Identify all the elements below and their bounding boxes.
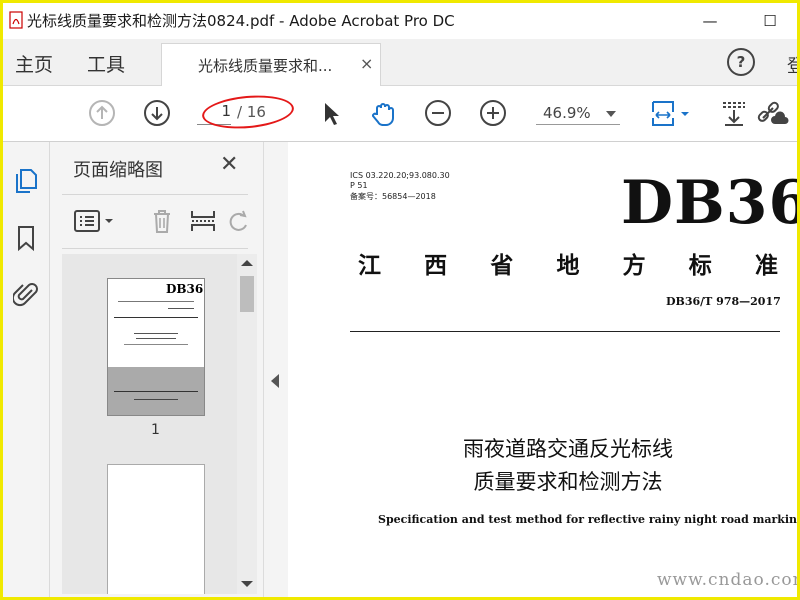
thumbnail-text-line <box>136 338 176 339</box>
title-char: 江 <box>358 252 381 279</box>
thumbnail-text-line <box>134 399 178 400</box>
document-view: ICS 03.220.20;93.080.30 P 51 备案号：56854—2… <box>288 142 797 597</box>
zoom-out-icon[interactable] <box>423 98 453 128</box>
thumbnail-db-code: DB36 <box>166 282 204 296</box>
window-title: 光标线质量要求和检测方法0824.pdf - Adobe Acrobat Pro… <box>27 12 455 30</box>
collapse-panel-handle[interactable] <box>263 142 288 597</box>
zoom-level-select[interactable]: 46.9% <box>536 102 620 125</box>
delete-page-icon[interactable] <box>147 206 177 236</box>
province-standard-title: 江 西 省 地 方 标 准 <box>358 246 778 280</box>
thumbnail-rule <box>114 317 198 318</box>
menu-home[interactable]: 主页 <box>15 50 53 77</box>
maximize-button[interactable]: ☐ <box>753 3 787 39</box>
page-thumbnail-1[interactable]: DB36 <box>107 278 205 416</box>
thumbnail-list: DB36 1 <box>62 254 237 594</box>
thumbnail-rule <box>114 391 198 392</box>
title-char: 地 <box>556 252 580 279</box>
ics-code: ICS 03.220.20;93.080.30 <box>350 171 450 180</box>
help-icon[interactable]: ? <box>727 48 755 76</box>
thumbnail-text-line <box>124 344 188 345</box>
fit-page-icon[interactable] <box>649 98 693 128</box>
divider <box>62 248 248 249</box>
close-panel-icon[interactable]: ✕ <box>220 152 238 177</box>
watermark: www.cndao.com <box>657 570 797 590</box>
bookmark-icon[interactable] <box>13 224 39 252</box>
chevron-down-icon <box>606 111 616 117</box>
document-title-line-2: 质量要求和检测方法 <box>473 470 663 494</box>
thumbnail-scrollbar[interactable] <box>237 254 257 594</box>
standard-number: DB36/T 978—2017 <box>666 295 781 308</box>
document-tab-label: 光标线质量要求和... <box>198 57 333 75</box>
title-char: 西 <box>424 252 448 279</box>
thumbnail-text-line <box>168 308 194 309</box>
acrobat-window: 光标线质量要求和检测方法0824.pdf - Adobe Acrobat Pro… <box>0 0 800 600</box>
title-bar: 光标线质量要求和检测方法0824.pdf - Adobe Acrobat Pro… <box>3 3 797 39</box>
toolbar: 1 / 16 46.9% <box>3 86 797 142</box>
scroll-thumb[interactable] <box>240 276 254 312</box>
hand-tool-icon[interactable] <box>369 98 399 128</box>
page-thumbnails-icon[interactable] <box>13 166 39 194</box>
thumbnails-panel: 页面缩略图 ✕ DB36 1 <box>50 142 263 597</box>
document-title-line-1: 雨夜道路交通反光标线 <box>463 437 673 461</box>
previous-page-icon[interactable] <box>87 98 117 128</box>
filing-number: 备案号：56854—2018 <box>350 192 436 201</box>
tab-bar: 主页 工具 光标线质量要求和... × ? 登 <box>3 39 797 86</box>
thumbnail-options-icon[interactable] <box>72 206 116 236</box>
title-char: 省 <box>490 252 514 279</box>
rotate-page-icon[interactable] <box>228 206 250 236</box>
zoom-level-value: 46.9% <box>543 104 591 122</box>
select-cursor-icon[interactable] <box>316 98 346 128</box>
sign-in-link[interactable]: 登 <box>787 52 797 78</box>
attachment-paperclip-icon[interactable] <box>13 280 39 308</box>
menu-tools[interactable]: 工具 <box>87 50 125 77</box>
title-char: 标 <box>688 252 712 279</box>
acrobat-app-icon <box>9 11 23 29</box>
panel-title: 页面缩略图 <box>73 160 163 181</box>
insert-page-icon[interactable] <box>188 206 218 236</box>
title-char: 准 <box>754 252 778 279</box>
standard-code: DB36 <box>621 168 797 238</box>
chevron-left-icon <box>271 374 279 388</box>
red-annotation-ellipse <box>200 92 296 132</box>
document-tab-close-icon[interactable]: × <box>360 54 373 73</box>
document-tab[interactable]: 光标线质量要求和... × <box>161 43 381 86</box>
thumbnail-text-line <box>134 333 178 334</box>
scroll-mode-icon[interactable] <box>719 98 749 128</box>
next-page-icon[interactable] <box>142 98 172 128</box>
minimize-button[interactable]: — <box>693 3 727 39</box>
scroll-up-icon[interactable] <box>241 260 253 266</box>
title-char: 方 <box>622 252 646 279</box>
classification-code: P 51 <box>350 181 368 190</box>
zoom-in-icon[interactable] <box>478 98 508 128</box>
thumbnail-text-line <box>118 301 194 302</box>
thumbnail-page-number: 1 <box>151 422 160 438</box>
page-thumbnail-2[interactable] <box>107 464 205 594</box>
scroll-down-icon[interactable] <box>241 581 253 587</box>
english-title: Specification and test method for reflec… <box>378 513 797 526</box>
navigation-rail <box>3 142 50 597</box>
header-rule <box>350 331 780 332</box>
divider <box>62 194 248 195</box>
share-link-icon[interactable] <box>755 98 789 128</box>
